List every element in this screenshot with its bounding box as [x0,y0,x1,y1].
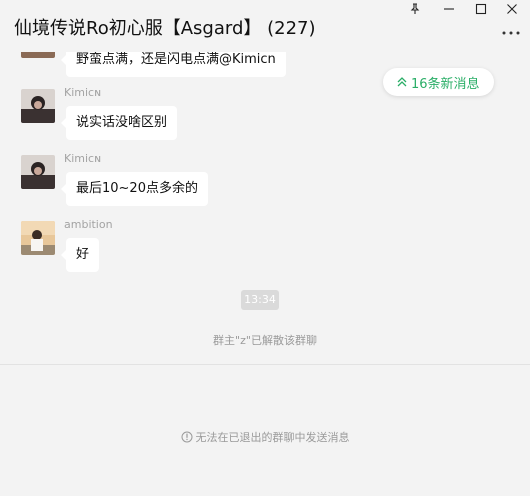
message-bubble[interactable]: 野蛮点满，还是闪电点满@Kimicn [61,52,286,77]
avatar[interactable] [21,89,55,123]
avatar[interactable] [21,221,55,255]
double-chevron-up-icon [397,77,407,87]
message-bubble[interactable]: 最后10~20点多余的 [61,172,208,206]
avatar[interactable] [21,52,55,58]
sender-name: ambition [64,218,113,231]
maximize-icon[interactable] [466,0,496,18]
minimize-icon[interactable] [434,0,464,18]
disabled-input-notice: 无法在已退出的群聊中发送消息 [0,429,530,445]
new-messages-label: 16条新消息 [411,76,480,92]
avatar[interactable] [21,155,55,189]
pin-icon[interactable] [400,0,430,18]
sender-name: Kimicɴ [64,152,102,165]
info-icon [181,431,192,443]
chat-window: 仙境传说Ro初心服【Asgard】 (227) 野蛮点满，还是闪电点满@Kimi… [0,0,530,496]
close-icon[interactable] [497,0,527,18]
input-area: 无法在已退出的群聊中发送消息 [0,365,530,496]
disabled-input-text: 无法在已退出的群聊中发送消息 [195,431,350,444]
message-list[interactable]: 野蛮点满，还是闪电点满@Kimicn Kimicɴ 说实话没啥区别 Kimicɴ… [0,52,530,364]
message-bubble[interactable]: 说实话没啥区别 [60,106,178,140]
system-notice: 群主"z"已解散该群聊 [213,334,317,347]
timestamp-badge: 13:34 [241,290,279,310]
message-bubble[interactable]: 好 [60,238,100,272]
sender-name: Kimicɴ [64,86,102,99]
new-messages-button[interactable]: 16条新消息 [383,68,494,96]
chat-title: 仙境传说Ro初心服【Asgard】 (227) [14,18,316,39]
more-icon[interactable] [500,26,522,40]
title-bar: 仙境传说Ro初心服【Asgard】 (227) [0,0,530,52]
